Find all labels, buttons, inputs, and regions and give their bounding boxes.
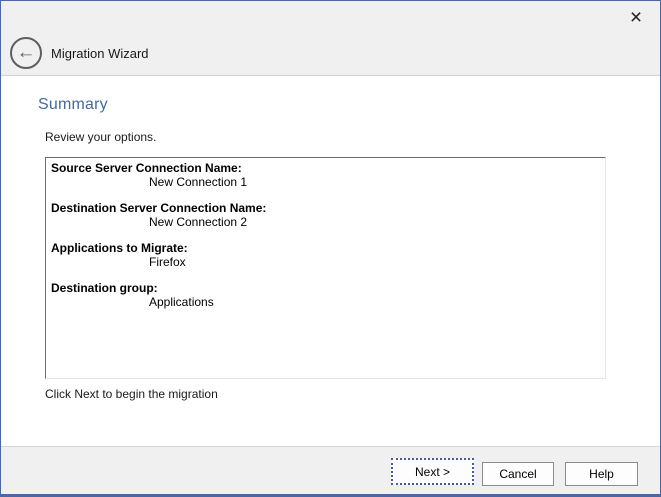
help-button[interactable]: Help: [565, 462, 638, 486]
footnote-text: Click Next to begin the migration: [45, 387, 218, 401]
summary-item-source-connection: Source Server Connection Name: New Conne…: [51, 162, 600, 189]
summary-value: Firefox: [51, 256, 600, 270]
summary-label: Destination Server Connection Name:: [51, 202, 600, 216]
wizard-title: Migration Wizard: [51, 46, 149, 61]
close-icon[interactable]: ×: [622, 4, 650, 30]
instruction-text: Review your options.: [45, 130, 156, 144]
wizard-header: ← Migration Wizard: [1, 31, 660, 76]
summary-item-destination-group: Destination group: Applications: [51, 282, 600, 309]
summary-box: Source Server Connection Name: New Conne…: [45, 157, 606, 379]
page-title: Summary: [38, 96, 108, 114]
summary-label: Source Server Connection Name:: [51, 162, 600, 176]
button-bar: Next > Cancel Help: [1, 446, 660, 494]
summary-value: Applications: [51, 296, 600, 310]
summary-item-applications: Applications to Migrate: Firefox: [51, 242, 600, 269]
title-bar: ×: [1, 1, 660, 31]
summary-label: Destination group:: [51, 282, 600, 296]
cancel-button[interactable]: Cancel: [482, 462, 554, 486]
migration-wizard-window: × ← Migration Wizard Summary Review your…: [0, 0, 661, 497]
summary-value: New Connection 2: [51, 216, 600, 230]
summary-label: Applications to Migrate:: [51, 242, 600, 256]
next-button[interactable]: Next >: [391, 458, 474, 485]
summary-value: New Connection 1: [51, 176, 600, 190]
back-arrow-icon[interactable]: ←: [10, 37, 42, 69]
summary-item-destination-connection: Destination Server Connection Name: New …: [51, 202, 600, 229]
